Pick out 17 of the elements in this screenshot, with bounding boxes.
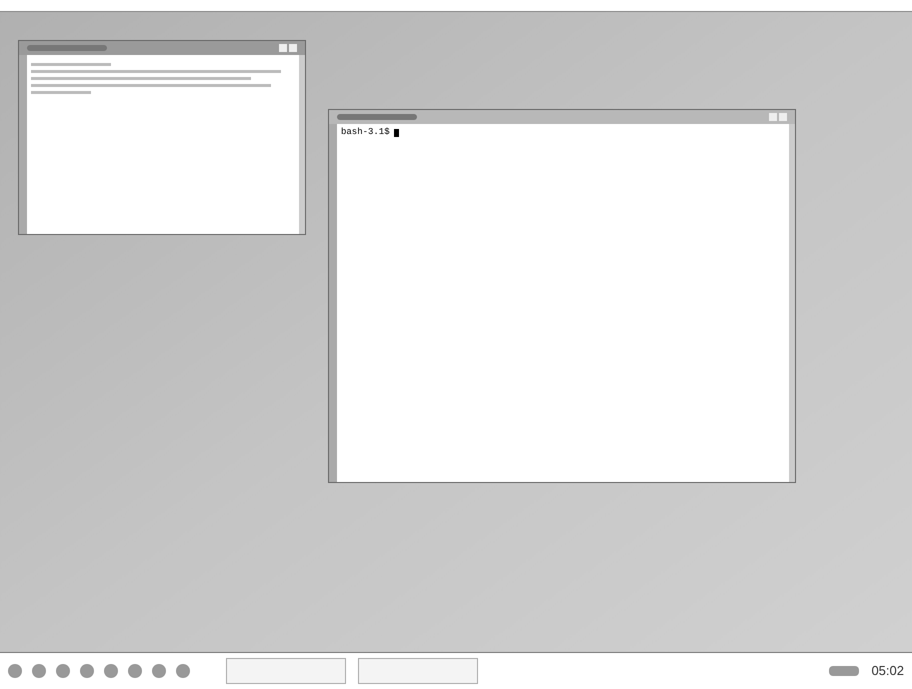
launcher-icon[interactable]: [176, 664, 190, 678]
launcher-icon[interactable]: [128, 664, 142, 678]
cursor-icon: [394, 128, 399, 136]
task-button[interactable]: [226, 658, 346, 684]
task-button[interactable]: [358, 658, 478, 684]
launcher-icon[interactable]: [56, 664, 70, 678]
launcher-icon[interactable]: [152, 664, 166, 678]
launcher-icon[interactable]: [32, 664, 46, 678]
tray-icon[interactable]: [829, 666, 860, 676]
launcher-icon[interactable]: [8, 664, 22, 678]
launcher-icon[interactable]: [104, 664, 118, 678]
scrollbar[interactable]: [299, 55, 305, 234]
scrollbar[interactable]: [789, 124, 795, 482]
text-placeholder: [31, 91, 91, 94]
terminal-prompt: bash-3.1$: [341, 128, 390, 137]
launcher-icon[interactable]: [80, 664, 94, 678]
clock: 05:02: [871, 662, 904, 680]
